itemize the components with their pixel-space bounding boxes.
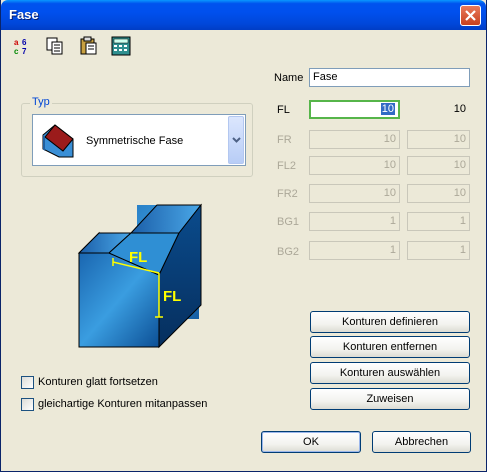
abbrechen-button[interactable]: Abbrechen <box>372 431 471 453</box>
konturen-definieren-button[interactable]: Konturen definieren <box>310 311 470 333</box>
typ-dropdown[interactable]: Symmetrische Fase <box>32 114 246 166</box>
svg-text:c: c <box>14 47 19 56</box>
fr-label: FR <box>277 134 292 146</box>
typ-legend: Typ <box>30 96 52 108</box>
chevron-down-icon <box>232 137 241 143</box>
close-button[interactable] <box>460 5 481 26</box>
bg1-input[interactable]: 1 <box>309 212 400 231</box>
fase-dialog: Fase a 6 c 7 Typ Symmetrische Fase FL FL… <box>0 0 487 472</box>
fr2-readout: 10 <box>407 184 470 203</box>
fr2-label: FR2 <box>277 188 298 200</box>
konturen-entfernen-button[interactable]: Konturen entfernen <box>310 336 470 358</box>
chamfer-illustration: FL FL <box>71 195 211 353</box>
fr2-input[interactable]: 10 <box>309 184 400 203</box>
sort-icon[interactable]: a 6 c 7 <box>13 36 33 56</box>
bg1-readout: 1 <box>407 212 470 231</box>
svg-text:7: 7 <box>22 47 27 56</box>
gleichartige-konturen-label[interactable]: gleichartige Konturen mitanpassen <box>38 398 207 410</box>
title-bar[interactable]: Fase <box>1 0 486 30</box>
fl-readout: 10 <box>407 100 470 119</box>
svg-text:6: 6 <box>22 38 27 47</box>
fl-label: FL <box>277 104 290 116</box>
window-title: Fase <box>9 7 39 22</box>
paste-icon[interactable] <box>79 36 99 56</box>
fl-top-label: FL <box>129 249 147 266</box>
konturen-auswaehlen-button[interactable]: Konturen auswählen <box>310 362 470 384</box>
fl2-input[interactable]: 10 <box>309 156 400 175</box>
bg1-label: BG1 <box>277 216 300 228</box>
svg-text:a: a <box>14 38 19 47</box>
bg2-readout: 1 <box>407 241 470 260</box>
konturen-glatt-label[interactable]: Konturen glatt fortsetzen <box>38 376 158 388</box>
fl-input[interactable]: 10 <box>309 100 400 119</box>
fl2-readout: 10 <box>407 156 470 175</box>
name-label: Name <box>274 72 304 84</box>
name-input[interactable]: Fase <box>309 68 470 87</box>
konturen-glatt-checkbox[interactable] <box>21 376 34 389</box>
typ-dropdown-button[interactable] <box>228 116 244 164</box>
copy-icon[interactable] <box>45 36 65 56</box>
ok-button[interactable]: OK <box>261 431 361 453</box>
chamfer-type-icon <box>39 121 79 164</box>
fl-input-value: 10 <box>380 103 395 115</box>
fr-input[interactable]: 10 <box>309 130 400 149</box>
calculator-icon[interactable] <box>111 36 131 56</box>
fr-readout: 10 <box>407 130 470 149</box>
typ-selected-value: Symmetrische Fase <box>86 135 184 147</box>
fl2-label: FL2 <box>277 160 296 172</box>
close-icon <box>465 10 476 21</box>
fl-side-label: FL <box>163 288 181 305</box>
bg2-input[interactable]: 1 <box>309 241 400 260</box>
gleichartige-konturen-checkbox[interactable] <box>21 398 34 411</box>
zuweisen-button[interactable]: Zuweisen <box>310 388 470 410</box>
bg2-label: BG2 <box>277 246 300 258</box>
